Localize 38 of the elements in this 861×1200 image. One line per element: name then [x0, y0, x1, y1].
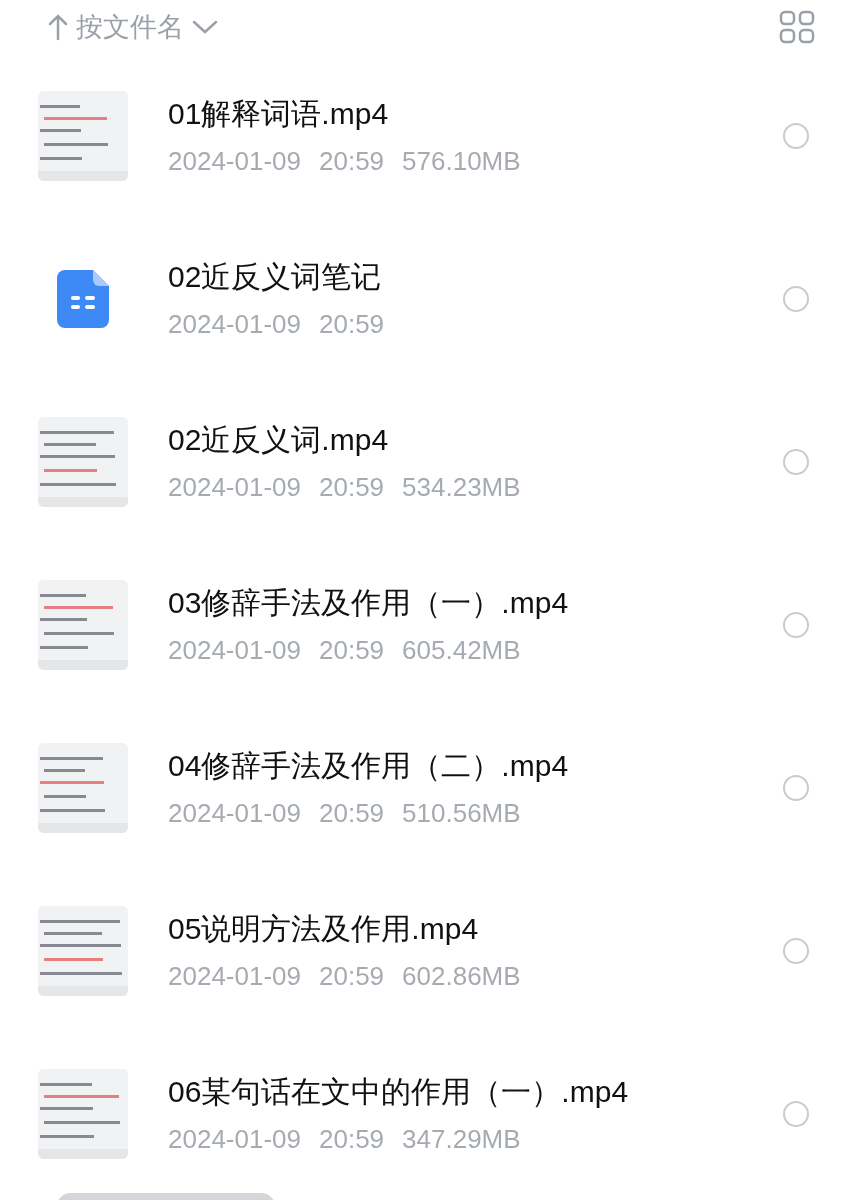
- select-radio[interactable]: [783, 122, 809, 149]
- file-time: 20:59: [319, 959, 385, 992]
- file-name[interactable]: 06某句话在文中的作用（一）.mp4: [168, 1072, 783, 1111]
- chevron-down-icon[interactable]: [192, 19, 218, 35]
- file-time: 20:59: [319, 633, 385, 666]
- file-date: 2024-01-09: [168, 1122, 301, 1155]
- file-time: 20:59: [319, 796, 385, 829]
- select-radio[interactable]: [783, 448, 809, 475]
- select-radio[interactable]: [783, 611, 809, 638]
- file-size: 605.42MB: [402, 633, 521, 666]
- file-time: 20:59: [319, 1122, 385, 1155]
- file-date: 2024-01-09: [168, 144, 301, 177]
- file-name[interactable]: 05说明方法及作用.mp4: [168, 909, 783, 948]
- file-date: 2024-01-09: [168, 796, 301, 829]
- file-size: 534.23MB: [402, 470, 521, 503]
- file-time: 20:59: [319, 470, 385, 503]
- file-name[interactable]: 04修辞手法及作用（二）.mp4: [168, 746, 783, 785]
- document-icon: [57, 269, 109, 328]
- file-date: 2024-01-09: [168, 470, 301, 503]
- file-size: 576.10MB: [402, 144, 521, 177]
- grid-view-icon[interactable]: [779, 10, 815, 44]
- file-time: 20:59: [319, 307, 385, 340]
- file-size: 510.56MB: [402, 796, 521, 829]
- file-date: 2024-01-09: [168, 307, 301, 340]
- file-date: 2024-01-09: [168, 959, 301, 992]
- file-time: 20:59: [319, 144, 385, 177]
- file-name[interactable]: 02近反义词笔记: [168, 257, 783, 296]
- select-radio[interactable]: [783, 285, 809, 312]
- sort-arrow-icon[interactable]: [48, 13, 68, 41]
- select-radio[interactable]: [783, 1100, 809, 1127]
- select-radio[interactable]: [783, 774, 809, 801]
- file-date: 2024-01-09: [168, 633, 301, 666]
- select-radio[interactable]: [783, 937, 809, 964]
- file-size: 347.29MB: [402, 1122, 521, 1155]
- file-size: 602.86MB: [402, 959, 521, 992]
- file-name[interactable]: 02近反义词.mp4: [168, 420, 783, 459]
- file-name[interactable]: 03修辞手法及作用（一）.mp4: [168, 583, 783, 622]
- file-name[interactable]: 01解释词语.mp4: [168, 94, 783, 133]
